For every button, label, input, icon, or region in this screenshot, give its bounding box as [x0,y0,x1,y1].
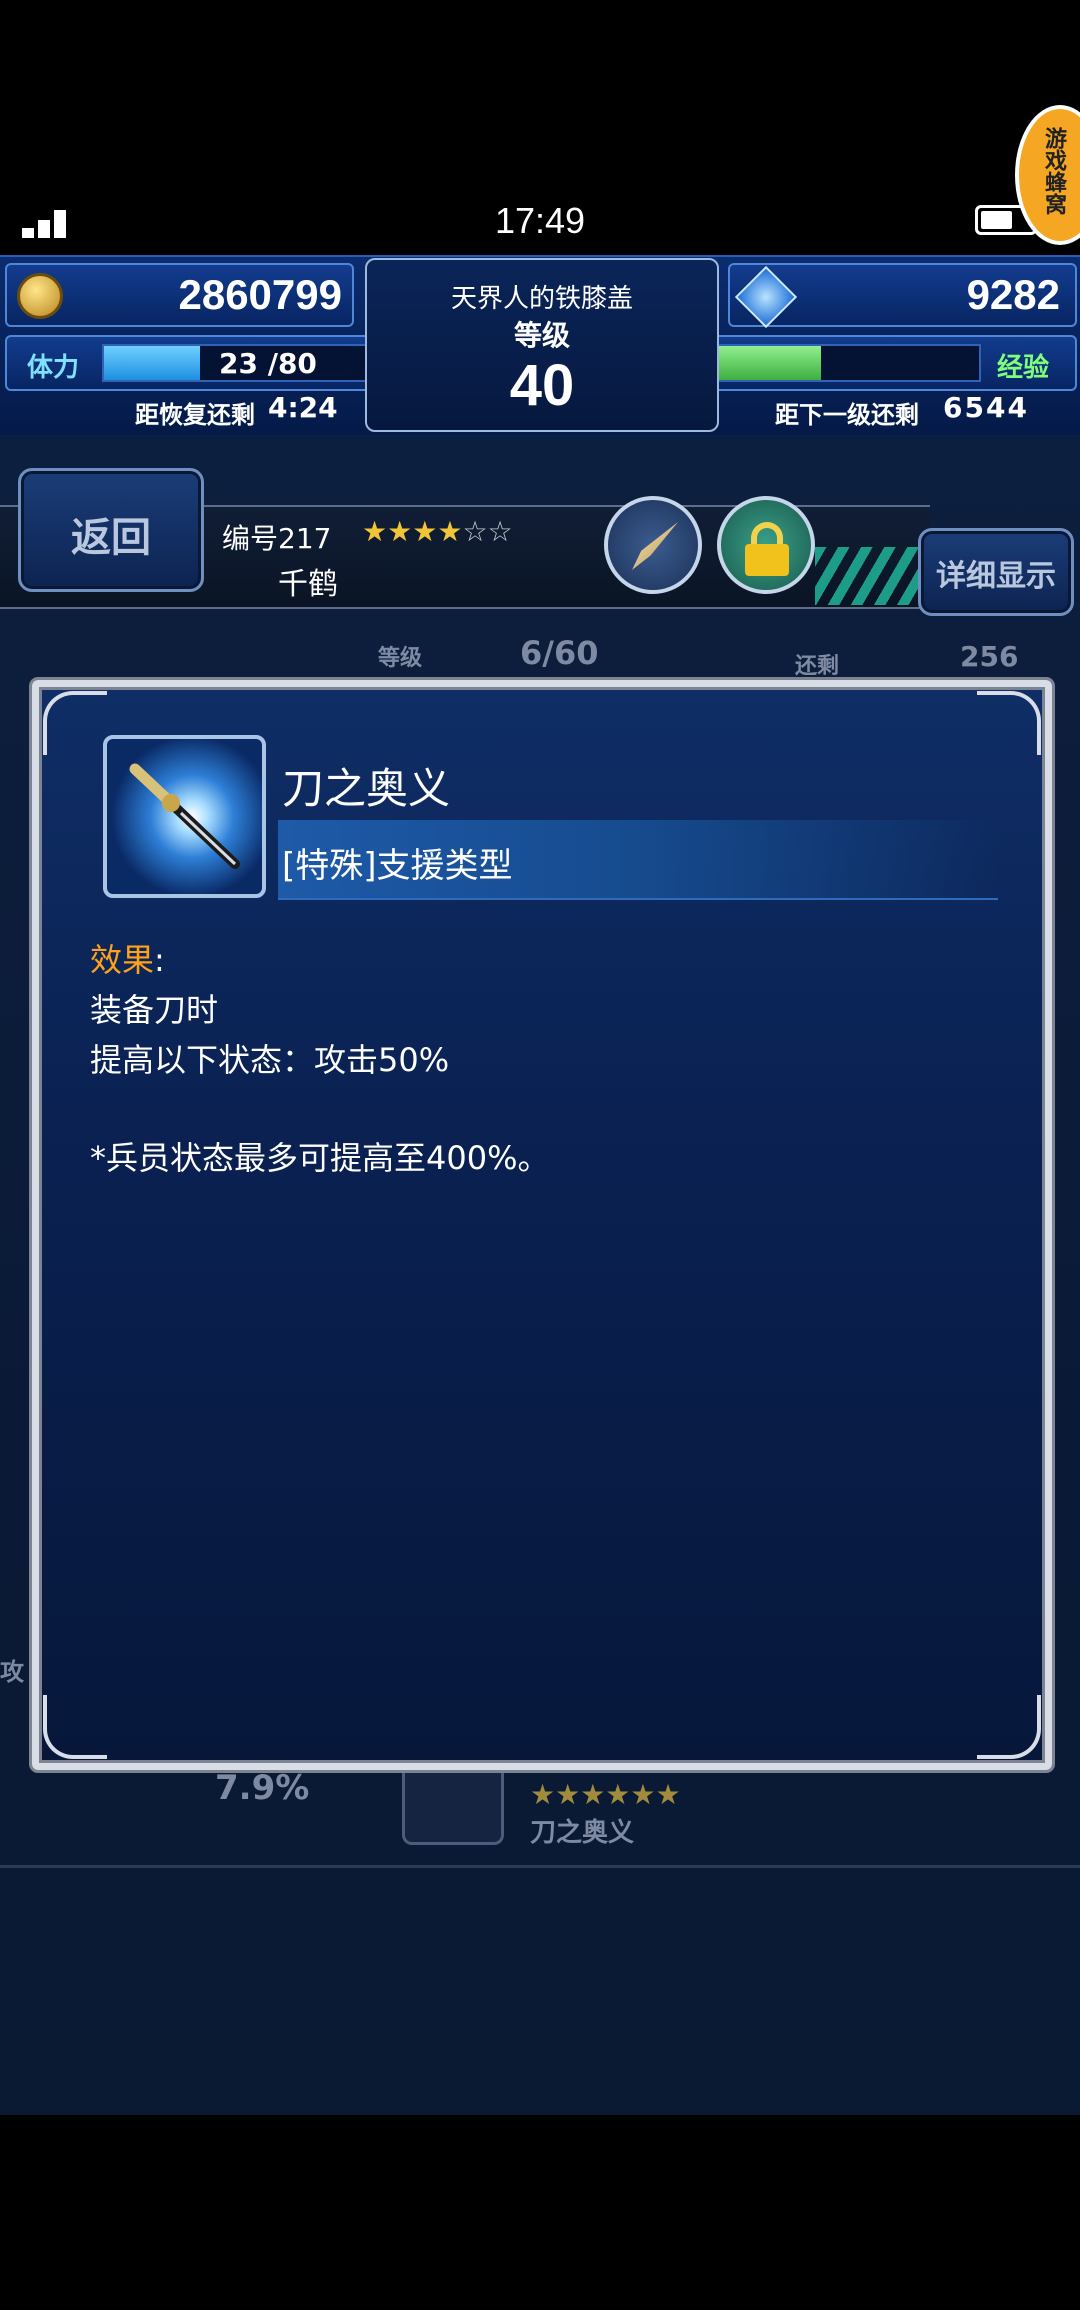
quill-button[interactable] [604,496,702,594]
clock: 17:49 [494,200,586,241]
katana-icon [129,763,240,869]
next-level-label: 距下一级还剩 [775,401,919,429]
effect-line-2: 提高以下状态：攻击50% [90,1041,450,1079]
effect-note: *兵员状态最多可提高至400%。 [90,1139,550,1177]
ornament-bottom-left [43,1695,107,1759]
gil-amount: 2860799 [178,271,342,318]
gil-coin-icon [17,273,63,319]
stamina-label: 体力 [27,353,80,383]
lapis-panel: 9282 [728,263,1077,329]
unit-name: 千鹤 [278,567,338,602]
star-filled-icon: ★ [362,515,388,548]
recover-time: 4:24 [268,391,338,424]
title-level-plate: 天界人的铁膝盖 等级 40 [365,258,719,432]
level-label: 等级 [513,319,570,352]
behind-remain-label: 还剩 [795,654,840,679]
lapis-amount: 9282 [966,271,1060,318]
behind-remain-value: 256 [960,640,1019,673]
recover-label: 距恢复还剩 [135,401,255,429]
behind-ability-icon [402,1772,504,1845]
detail-button[interactable]: 详细显示 [918,528,1074,616]
exp-label: 经验 [997,353,1050,383]
gil-panel: 2860799 [5,263,354,327]
behind-level-value: 6/60 [520,634,599,672]
star-empty-icon: ☆ [462,515,488,548]
ornament-top-right [977,691,1041,755]
lock-body [745,544,789,576]
bottom-bar [0,2115,1080,2310]
star-filled-icon: ★ [437,515,463,548]
behind-ability-stars: ★★★★★★ [530,1778,681,1811]
back-button-label: 返回 [71,515,151,561]
ability-name: 刀之奥义 [282,764,451,813]
star-filled-icon: ★ [387,515,413,548]
lock-button[interactable] [717,496,815,594]
unit-rarity-stars: ★★★★☆☆ [362,515,513,548]
ornament-bottom-right [977,1695,1041,1759]
detail-button-label: 详细显示 [936,559,1056,594]
behind-level-label: 等级 [378,646,423,671]
stamina-value: 23 /80 [219,347,317,380]
player-level: 40 [509,353,575,418]
effect-label: 效果 [90,941,155,979]
signal-icon [22,208,66,238]
unit-number: 编号217 [222,522,332,555]
behind-ability-name: 刀之奥义 [530,1818,635,1848]
effect-line-1: 装备刀时 [90,991,219,1029]
ability-type: [特殊]支援类型 [282,846,513,886]
behind-percent: 7.9% [215,1768,310,1808]
badge-text: 游戏蜂窝 [1041,127,1066,215]
effect-heading: 效果: [90,935,165,981]
lapis-gem-icon [734,265,798,329]
teal-stripes [815,547,925,605]
star-filled-icon: ★ [412,515,438,548]
player-title: 天界人的铁膝盖 [450,284,633,314]
star-empty-icon: ☆ [487,515,513,548]
effect-colon: : [154,941,165,979]
lock-icon [751,522,783,546]
back-button[interactable]: 返回 [18,468,204,592]
ornament-top-left [43,691,107,755]
quill-icon [632,522,678,570]
katana-ability-icon [103,735,266,898]
next-level-value: 6544 [943,391,1029,424]
status-bar: 17:49 [0,0,1080,255]
behind-attack-fragment: 攻 [0,1658,24,1686]
stamina-bar-fill [104,346,200,380]
